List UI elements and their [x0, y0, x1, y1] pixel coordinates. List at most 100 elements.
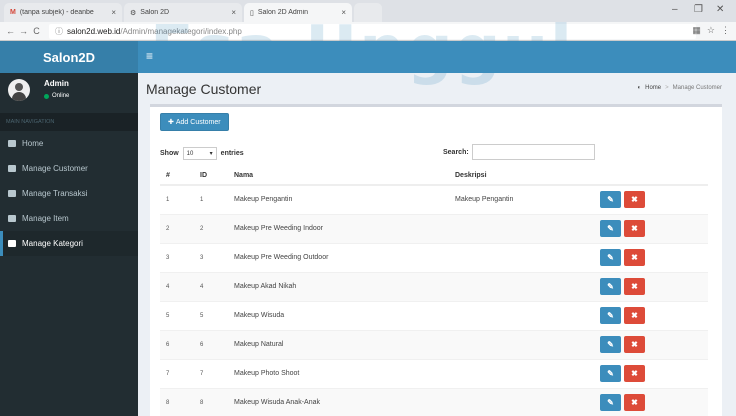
back-icon[interactable]: ← [4, 26, 17, 36]
sidebar-item-manage-kategori[interactable]: Manage Kategori [0, 231, 138, 256]
delete-button[interactable]: ✖ [624, 191, 645, 209]
hamburger-menu-icon[interactable]: ≡ [146, 49, 153, 63]
sidebar-item-manage-transaksi[interactable]: Manage Transaksi [0, 181, 138, 206]
cell-actions: ✎ ✖ [594, 242, 708, 272]
delete-button[interactable]: ✖ [624, 249, 645, 266]
gmail-icon: M [10, 9, 16, 16]
cell-actions: ✎ ✖ [594, 271, 708, 301]
address-bar: ← → C ⓘ salon2d.web.id/Admin/managekateg… [0, 22, 736, 41]
star-icon[interactable]: ☆ [707, 25, 715, 36]
delete-button[interactable]: ✖ [624, 307, 645, 324]
edit-button[interactable]: ✎ [600, 307, 621, 324]
tab-label: Salon 2D Admin [257, 9, 309, 16]
sidebar-item-home[interactable]: Home [0, 131, 138, 156]
user-status: Online [44, 93, 69, 99]
delete-button[interactable]: ✖ [624, 336, 645, 353]
add-customer-button[interactable]: ✚ Add Customer [160, 113, 229, 131]
plus-icon: ✚ [168, 119, 174, 126]
app-logo[interactable]: Salon2D [0, 41, 138, 73]
search-input[interactable] [471, 144, 595, 160]
url-input[interactable]: ⓘ salon2d.web.id/Admin/managekategori/in… [49, 23, 696, 39]
entries-select[interactable]: 10 ▾ [182, 147, 217, 160]
sidebar-item-label: Manage Kategori [22, 239, 83, 248]
info-icon: ⓘ [55, 26, 63, 36]
close-tab-icon[interactable]: × [111, 8, 116, 17]
delete-icon: ✖ [631, 340, 638, 349]
delete-icon: ✖ [631, 195, 638, 205]
delete-button[interactable]: ✖ [624, 220, 645, 237]
maximize-icon[interactable]: ❐ [694, 4, 703, 15]
cell-id: 6 [194, 329, 228, 359]
table-row: 2 2 Makeup Pre Weeding Indoor ✎ ✖ [160, 213, 708, 243]
delete-button[interactable]: ✖ [624, 278, 645, 295]
edit-button[interactable]: ✎ [600, 365, 621, 382]
sidebar-item-label: Manage Transaksi [22, 189, 88, 198]
edit-button[interactable]: ✎ [600, 278, 621, 295]
cell-actions: ✎ ✖ [594, 300, 708, 330]
sidebar: Admin Online MAIN NAVIGATION Home Manage… [0, 73, 138, 416]
top-navbar: ≡ [138, 41, 736, 73]
edit-button[interactable]: ✎ [600, 249, 621, 266]
delete-icon: ✖ [631, 369, 638, 378]
edit-icon: ✎ [607, 195, 614, 205]
edit-icon: ✎ [607, 253, 614, 262]
cell-id: 1 [194, 184, 228, 214]
new-tab-button[interactable] [354, 3, 382, 22]
edit-button[interactable]: ✎ [600, 336, 621, 353]
cell-deskripsi [449, 300, 594, 330]
cell-nama: Makeup Photo Shoot [228, 358, 449, 388]
sidebar-item-manage-item[interactable]: Manage Item [0, 206, 138, 231]
table-row: 6 6 Makeup Natural ✎ ✖ [160, 329, 708, 359]
page-icon: ▯ [250, 9, 254, 17]
cell-nama: Makeup Pengantin [228, 184, 449, 214]
delete-icon: ✖ [631, 282, 638, 291]
table-row: 8 8 Makeup Wisuda Anak-Anak ✎ ✖ [160, 387, 708, 416]
column-header-id[interactable]: ID [194, 166, 228, 186]
table-row: 1 1 Makeup Pengantin Makeup Pengantin ✎ ✖ [160, 184, 708, 214]
forward-icon[interactable]: → [17, 26, 30, 36]
edit-button[interactable]: ✎ [600, 220, 621, 237]
url-host: salon2d.web.id [67, 26, 121, 36]
close-tab-icon[interactable]: × [341, 8, 346, 17]
add-customer-label: Add Customer [175, 118, 221, 126]
reload-icon[interactable]: C [30, 26, 43, 36]
search-label: Search: [443, 148, 469, 156]
cell-nama: Makeup Natural [228, 329, 449, 359]
tab-label: Salon 2D [140, 9, 170, 16]
cell-id: 5 [194, 300, 228, 330]
cell-deskripsi [449, 213, 594, 243]
close-window-icon[interactable]: ✕ [716, 4, 724, 15]
cell-id: 3 [194, 242, 228, 272]
edit-icon: ✎ [607, 311, 614, 320]
dashboard-icon: ◐ [637, 85, 642, 91]
delete-icon: ✖ [631, 224, 638, 233]
menu-dots-icon[interactable]: ⋮ [721, 25, 730, 36]
column-header-number[interactable]: # [160, 166, 194, 186]
cell-id: 7 [194, 358, 228, 388]
book-icon [8, 165, 16, 172]
delete-button[interactable]: ✖ [624, 365, 645, 382]
avatar [8, 79, 30, 101]
gear-icon: ⚙ [130, 9, 137, 17]
entries-label: entries [220, 150, 244, 157]
delete-button[interactable]: ✖ [624, 394, 645, 412]
close-tab-icon[interactable]: × [231, 8, 236, 17]
translate-icon[interactable]: ▦ [692, 25, 701, 36]
browser-tab-admin[interactable]: ▯ Salon 2D Admin × [244, 3, 352, 22]
breadcrumb: ◐ Home > Manage Customer [637, 85, 722, 91]
cell-actions: ✎ ✖ [594, 387, 708, 416]
column-header-deskripsi[interactable]: Deskripsi [449, 166, 594, 186]
page-title: Manage Customer [146, 81, 262, 97]
column-header-nama[interactable]: Nama [228, 166, 449, 186]
breadcrumb-current: Manage Customer [672, 85, 722, 91]
cell-id: 8 [194, 387, 228, 416]
edit-button[interactable]: ✎ [600, 394, 621, 412]
sidebar-item-manage-customer[interactable]: Manage Customer [0, 156, 138, 181]
minimize-icon[interactable]: – [672, 4, 678, 15]
sidebar-item-label: Manage Item [22, 214, 69, 223]
breadcrumb-home[interactable]: Home [645, 85, 661, 91]
browser-tab-gmail[interactable]: M (tanpa subjek) - deanbe × [4, 3, 122, 22]
edit-button[interactable]: ✎ [600, 191, 621, 209]
browser-tab-salon[interactable]: ⚙ Salon 2D × [124, 3, 242, 22]
cell-nama: Makeup Wisuda [228, 300, 449, 330]
